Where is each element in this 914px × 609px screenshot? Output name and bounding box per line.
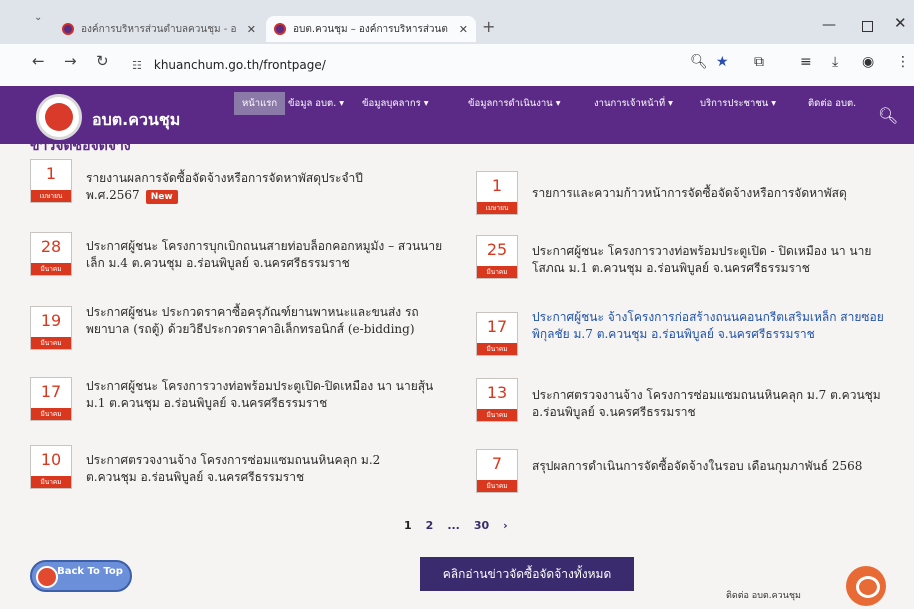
date-day: 1 [491,176,503,195]
site-favicon-icon [62,23,74,35]
menu-about[interactable]: ข้อมูล อบต. ▾ [288,96,344,111]
pagination: 1 2 ... 30 › [404,519,508,532]
site-logo[interactable] [36,94,82,140]
download-icon[interactable]: ⤓ [832,54,838,70]
back-to-top-button[interactable]: Back To Top [30,560,132,592]
contact-label[interactable]: ติดต่อ อบต.ควนชุม [726,588,801,602]
news-item-title[interactable]: รายการและความก้าวหน้าการจัดซื้อจัดจ้างหร… [532,185,904,202]
date-day: 19 [40,311,62,330]
profile-icon[interactable]: ◉ [862,54,874,70]
close-window-icon[interactable]: ✕ [894,14,907,32]
browser-tab-bar: ⌄ องค์การบริหารส่วนตำบลควนชุม - อ ✕ อบต.… [0,0,914,44]
page-ellipsis: ... [447,519,460,532]
new-badge: New [145,190,178,204]
site-info-icon[interactable]: ☷ [132,59,142,72]
site-name: อบต.ควนชุม [92,110,181,129]
date-day: 25 [486,240,508,259]
date-badge: 10 มีนาคม [30,445,72,489]
section-title: ข่าวจัดซื้อจัดจ้าง [30,144,131,154]
menu-staff[interactable]: งานการเจ้าหน้าที่ ▾ [594,96,673,111]
date-badge: 1 เมษายน [30,159,72,203]
date-month: มีนาคม [31,408,71,420]
arrow-up-icon [36,566,58,588]
date-day: 13 [486,383,508,402]
new-tab-plus-icon[interactable]: + [482,17,495,36]
reload-icon[interactable]: ↻ [96,52,109,70]
date-month: เมษายน [477,202,517,214]
address-bar[interactable]: ☷ khuanchum.go.th/frontpage/ [132,52,772,78]
tab-title: องค์การบริหารส่วนตำบลควนชุม - อ [81,23,237,35]
date-day: 17 [486,317,508,336]
extensions-icon[interactable]: ⧉ [754,54,764,70]
page-1-link[interactable]: 1 [404,519,412,532]
next-page-icon[interactable]: › [503,519,508,532]
bookmark-star-icon[interactable]: ★ [716,54,729,70]
news-item-title-link[interactable]: ประกาศผู้ชนะ จ้างโครงการก่อสร้างถนนคอนกร… [532,309,884,343]
news-item-title[interactable]: ประกาศผู้ชนะ โครงการวางท่อพร้อมประตูเปิด… [532,243,902,277]
date-day: 10 [40,450,62,469]
zoom-icon[interactable]: 🔍︎ [690,54,708,70]
date-day: 28 [40,237,62,256]
date-badge: 28 มีนาคม [30,232,72,276]
page-2-link[interactable]: 2 [426,519,434,532]
date-day: 17 [40,382,62,401]
news-item-title[interactable]: ประกาศผู้ชนะ โครงการวางท่อพร้อมประตูเปิด… [86,378,456,412]
date-badge: 25 มีนาคม [476,235,518,279]
date-badge: 19 มีนาคม [30,306,72,350]
menu-contact[interactable]: ติดต่อ อบต. [808,96,856,111]
date-badge: 1 เมษายน [476,171,518,215]
date-badge: 17 มีนาคม [30,377,72,421]
browser-tab-2[interactable]: อบต.ควนชุม – องค์การบริหารส่วนต ✕ [266,16,476,42]
menu-personnel[interactable]: ข้อมูลบุคลากร ▾ [362,96,428,111]
forward-arrow-icon[interactable]: → [64,52,77,70]
browser-tab-1[interactable]: องค์การบริหารส่วนตำบลควนชุม - อ ✕ [54,16,264,42]
menu-home[interactable]: หน้าแรก [234,92,286,115]
close-tab-icon[interactable]: ✕ [459,23,468,36]
more-menu-icon[interactable]: ⋮ [896,54,910,70]
tab-title: อบต.ควนชุม – องค์การบริหารส่วนต [293,23,448,35]
close-tab-icon[interactable]: ✕ [247,23,256,36]
date-month: มีนาคม [31,337,71,349]
url-text: khuanchum.go.th/frontpage/ [153,58,326,72]
date-day: 7 [491,454,503,473]
date-month: มีนาคม [477,266,517,278]
date-month: มีนาคม [31,263,71,275]
chat-icon[interactable] [846,566,886,606]
date-badge: 17 มีนาคม [476,312,518,356]
site-favicon-icon [274,23,286,35]
menu-services[interactable]: บริการประชาชน ▾ [700,96,776,111]
tab-list-chevron-icon[interactable]: ⌄ [34,12,42,23]
date-badge: 13 มีนาคม [476,378,518,422]
news-item-title[interactable]: รายงานผลการจัดซื้อจัดจ้างหรือการจัดหาพัส… [86,170,416,204]
maximize-icon[interactable] [862,21,873,32]
date-day: 1 [45,164,57,183]
news-item-title[interactable]: ประกาศผู้ชนะ โครงการบุกเบิกถนนสายท่อบล็อ… [86,238,456,272]
date-month: มีนาคม [477,480,517,492]
minimize-icon[interactable]: — [822,17,836,33]
back-to-top-label: Back To Top [57,566,123,577]
search-icon[interactable]: 🔍︎ [878,106,898,125]
date-month: เมษายน [31,190,71,202]
menu-operations[interactable]: ข้อมูลการดำเนินงาน ▾ [468,96,560,111]
news-item-title[interactable]: สรุปผลการดำเนินการจัดซื้อจัดจ้างในรอบ เด… [532,458,882,475]
news-item-title[interactable]: ประกาศผู้ชนะ ประกวดราคาซื้อครุภัณฑ์ยานพา… [86,304,458,338]
date-month: มีนาคม [477,343,517,355]
date-month: มีนาคม [31,476,71,488]
back-arrow-icon[interactable]: ← [32,52,45,70]
news-item-title[interactable]: ประกาศตรวจงานจ้าง โครงการซ่อมแซมถนนหินคล… [86,452,416,486]
news-item-title[interactable]: ประกาศตรวจงานจ้าง โครงการซ่อมแซมถนนหินคล… [532,387,888,421]
section-header: ข่าวจัดซื้อจัดจ้าง [0,144,914,156]
date-month: มีนาคม [477,409,517,421]
date-badge: 7 มีนาคม [476,449,518,493]
page-last-link[interactable]: 30 [474,519,489,532]
read-all-procurement-news-button[interactable]: คลิกอ่านข่าวจัดซื้อจัดจ้างทั้งหมด [420,557,634,591]
browser-toolbar: ← → ↻ ☷ khuanchum.go.th/frontpage/ 🔍︎ ★ … [0,44,914,86]
reading-list-icon[interactable]: ≡ [800,54,812,70]
